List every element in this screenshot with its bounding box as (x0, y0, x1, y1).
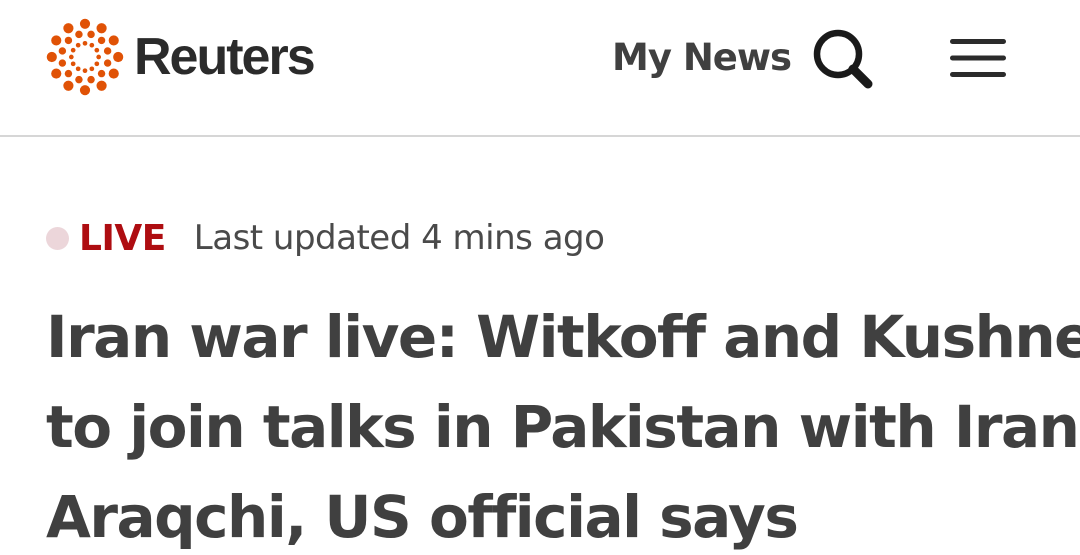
live-label: LIVE (79, 217, 166, 259)
logo-dot (89, 42, 95, 48)
logo-dot (58, 47, 67, 55)
logo-dot (46, 51, 57, 63)
headline-line: Iran war live: Witkoff and Kushner (46, 303, 1080, 371)
logo-dot (97, 69, 106, 78)
logo-dot (87, 75, 95, 84)
reuters-logo-icon (46, 18, 124, 96)
logo-dot (63, 23, 74, 34)
logo-dot (64, 69, 73, 78)
logo-dot (58, 59, 67, 67)
logo-dot (75, 75, 83, 84)
page: Reuters My News LIVE Last updated 4 mins… (0, 0, 1080, 555)
logo-dot (94, 61, 100, 67)
logo-dot (87, 30, 95, 39)
logo-dot (97, 36, 106, 45)
headline-line: Araqchi, US official says (46, 483, 799, 551)
logo-dot (75, 66, 81, 72)
logo-dot (64, 36, 73, 45)
logo-dot (70, 47, 76, 53)
logo-dot (103, 47, 112, 55)
logo-dot (96, 80, 107, 91)
live-indicator-dot (46, 226, 69, 250)
live-status-row: LIVE Last updated 4 mins ago (46, 214, 605, 262)
logo-dot (96, 54, 102, 60)
logo-dot (51, 68, 62, 79)
logo-dot (108, 68, 119, 79)
logo-dot (96, 23, 107, 34)
menu-button[interactable] (948, 36, 1008, 80)
my-news-link[interactable]: My News (612, 36, 792, 80)
logo-dot (63, 80, 74, 91)
logo-dot (70, 61, 76, 67)
last-updated-text: Last updated 4 mins ago (193, 218, 605, 258)
logo-dot (68, 54, 74, 60)
logo-dot (94, 47, 100, 53)
headline-line: to join talks in Pakistan with Iran's (46, 393, 1080, 461)
logo-text: Reuters (134, 28, 316, 86)
hamburger-menu-icon (950, 39, 1006, 77)
article-headline: Iran war live: Witkoff and Kushner to jo… (46, 292, 1080, 555)
logo-dot (89, 66, 95, 72)
reuters-logo[interactable]: Reuters (44, 16, 316, 98)
logo-dot (75, 42, 81, 48)
logo-dot (79, 18, 91, 29)
logo-dot (108, 35, 119, 46)
logo-dot (113, 51, 124, 63)
logo-dot (51, 35, 62, 46)
logo-dot (79, 85, 91, 96)
logo-dot (82, 68, 88, 74)
logo-dot (82, 40, 88, 46)
search-icon (813, 29, 873, 89)
search-button[interactable] (810, 26, 876, 92)
logo-dot (75, 30, 83, 39)
site-header: Reuters My News (0, 0, 1080, 137)
logo-dot (103, 59, 112, 67)
